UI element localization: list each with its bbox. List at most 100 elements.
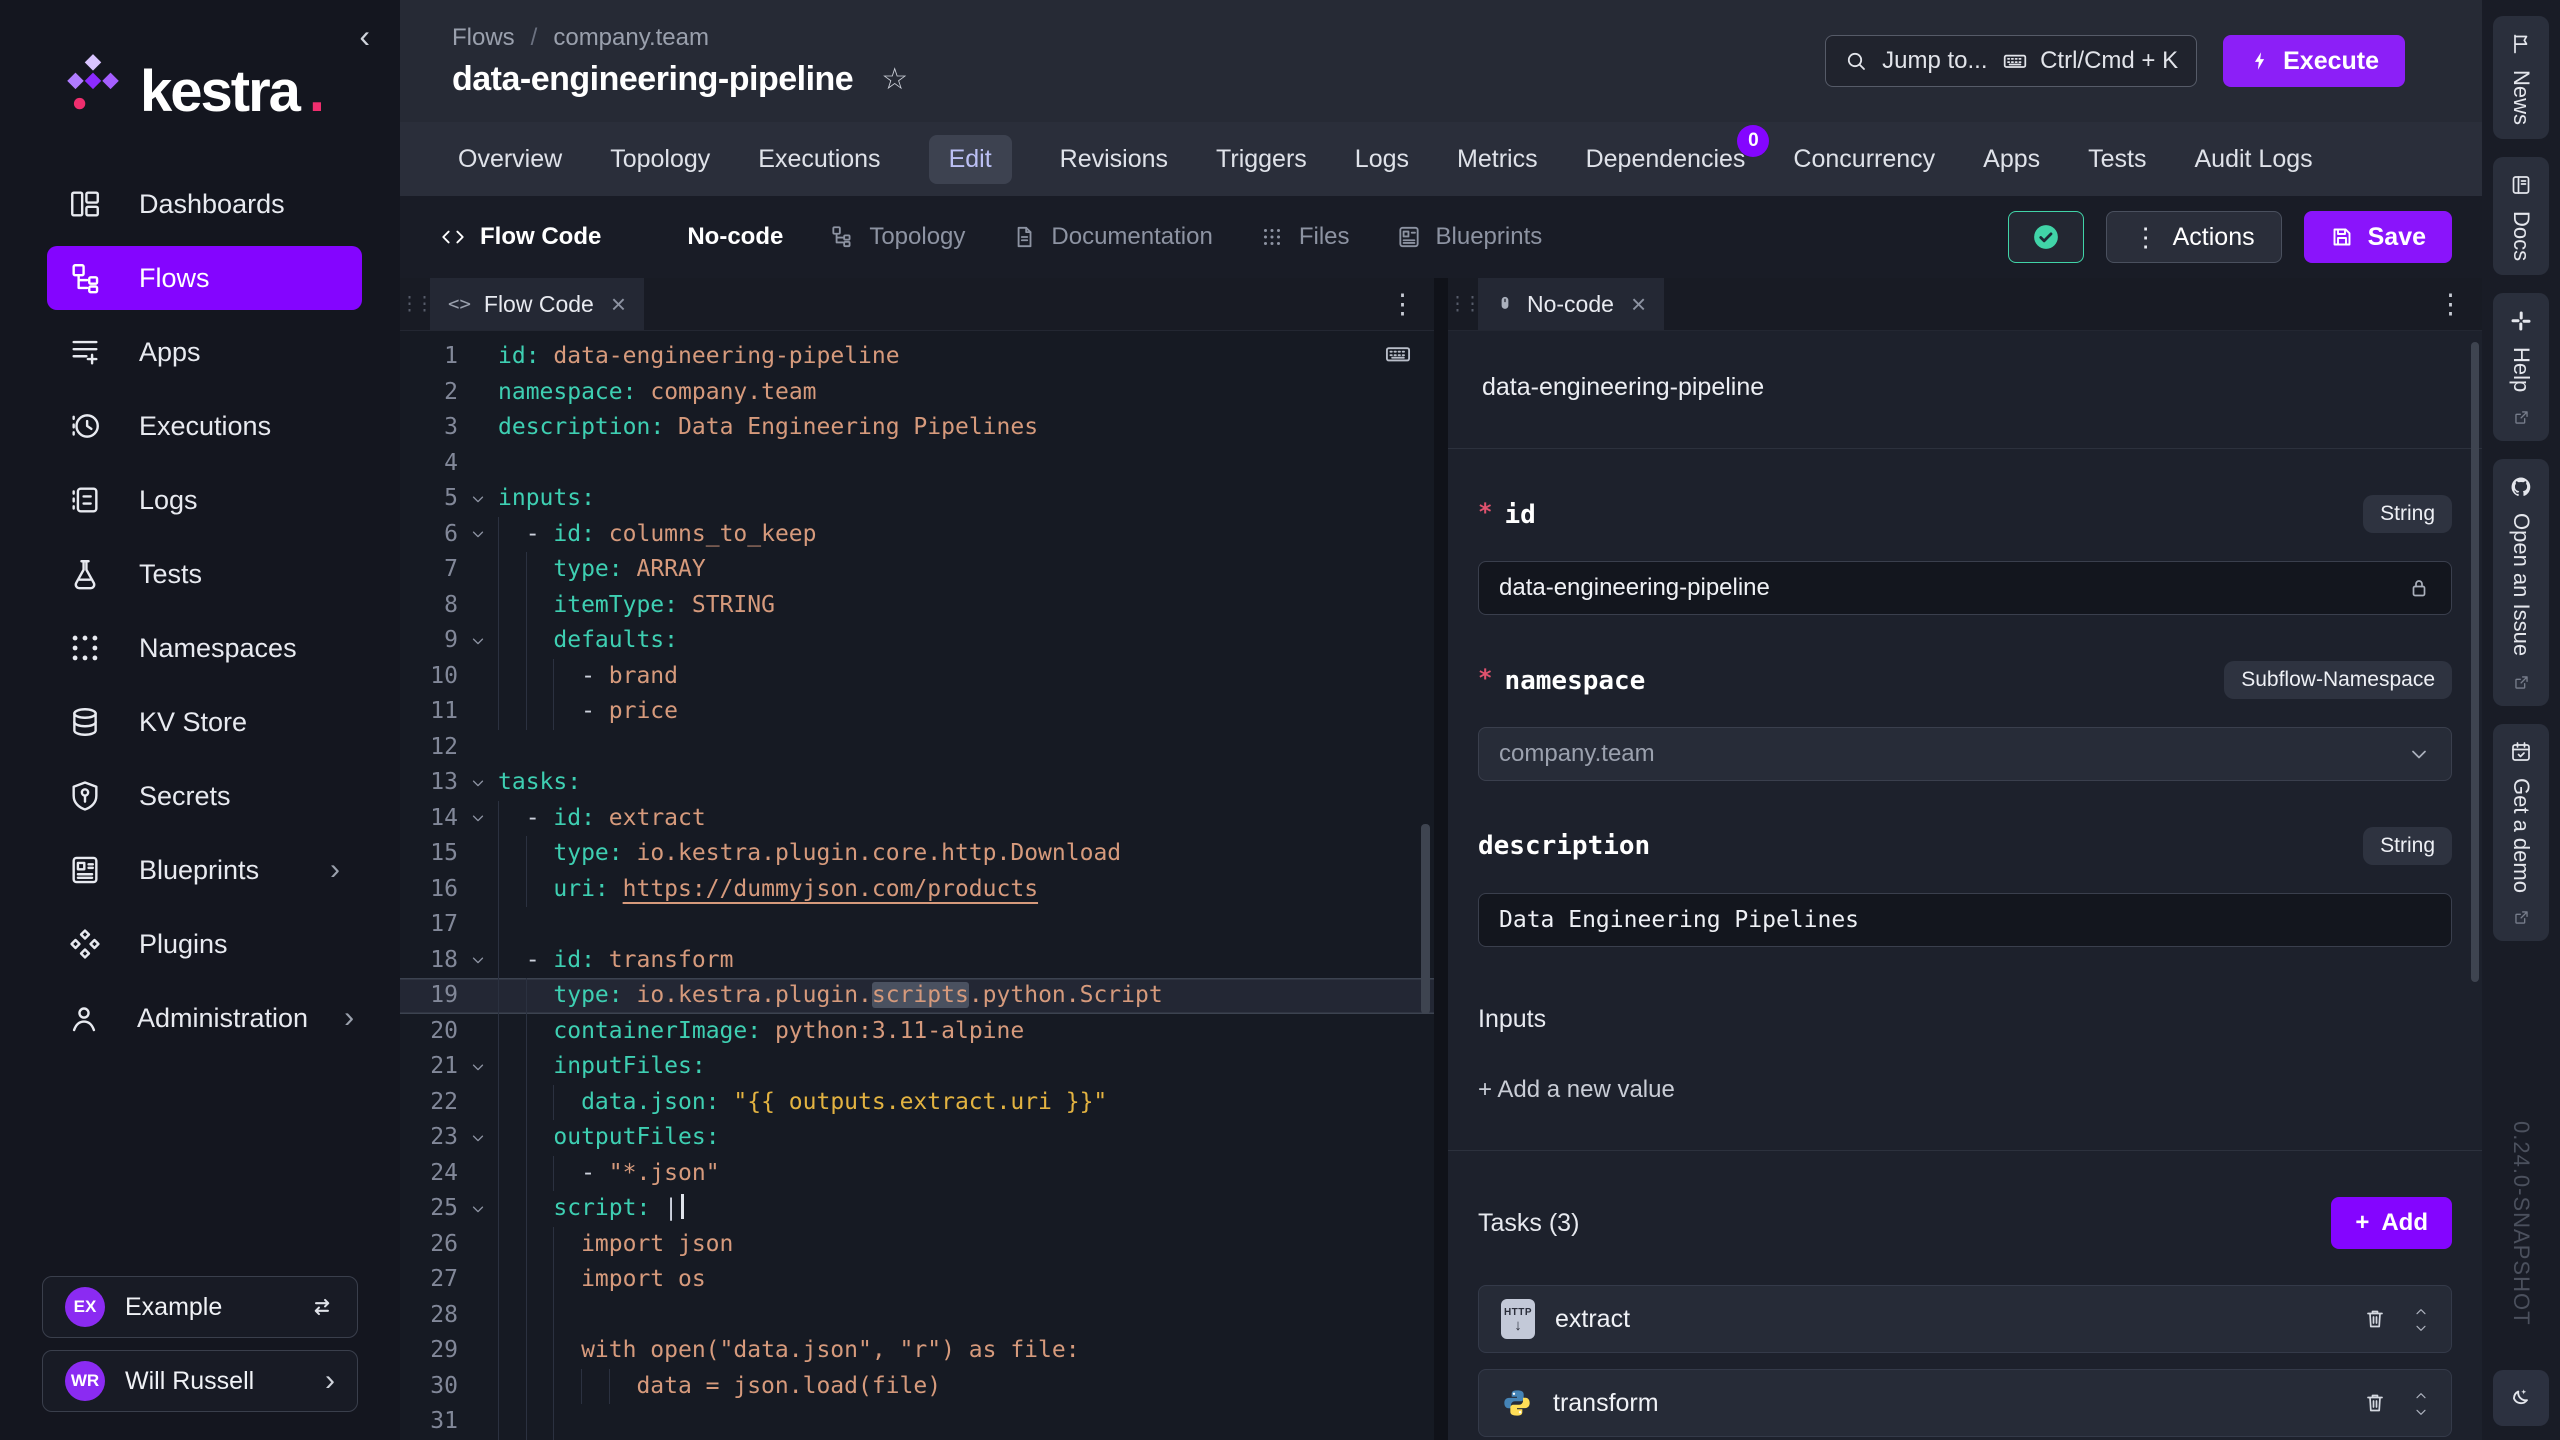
fold-chevron-icon[interactable] bbox=[458, 517, 498, 553]
tab-flow-code[interactable]: <> Flow Code × bbox=[430, 278, 644, 330]
fold-chevron-icon[interactable] bbox=[458, 623, 498, 659]
rail-help[interactable]: Help bbox=[2493, 293, 2549, 441]
code-line-16[interactable]: 16uri: https://dummyjson.com/products bbox=[400, 872, 1434, 908]
code-line-15[interactable]: 15type: io.kestra.plugin.core.http.Downl… bbox=[400, 836, 1434, 872]
editor-scrollbar[interactable] bbox=[1421, 824, 1430, 1014]
fold-chevron-icon[interactable] bbox=[458, 1191, 498, 1227]
code-line-23[interactable]: 23outputFiles: bbox=[400, 1120, 1434, 1156]
tab-metrics[interactable]: Metrics bbox=[1457, 145, 1538, 174]
namespace-select[interactable]: company.team bbox=[1478, 727, 2452, 781]
tab-concurrency[interactable]: Concurrency bbox=[1793, 145, 1935, 174]
validation-status-button[interactable] bbox=[2008, 211, 2084, 263]
close-icon[interactable]: × bbox=[611, 289, 626, 320]
code-line-13[interactable]: 13tasks: bbox=[400, 765, 1434, 801]
tab-revisions[interactable]: Revisions bbox=[1060, 145, 1168, 174]
kestra-logo[interactable]: kestra. bbox=[0, 0, 400, 118]
tab-no-code[interactable]: No-code × bbox=[1478, 278, 1664, 330]
tab-executions[interactable]: Executions bbox=[758, 145, 880, 174]
editor-keyboard-icon[interactable] bbox=[1384, 340, 1412, 368]
view-blueprints[interactable]: Blueprints bbox=[1396, 223, 1543, 251]
description-input[interactable]: Data Engineering Pipelines bbox=[1478, 893, 2452, 947]
code-line-1[interactable]: 1id: data-engineering-pipeline bbox=[400, 339, 1434, 375]
breadcrumb-flows[interactable]: Flows bbox=[452, 24, 515, 52]
move-down-icon[interactable] bbox=[2413, 1404, 2429, 1419]
fold-chevron-icon[interactable] bbox=[458, 1049, 498, 1085]
sidebar-item-administration[interactable]: Administration› bbox=[47, 986, 362, 1050]
pane-menu-icon[interactable]: ⋮ bbox=[2437, 278, 2482, 330]
fold-chevron-icon[interactable] bbox=[458, 765, 498, 801]
rail-get-a-demo[interactable]: Get a demo bbox=[2493, 724, 2549, 942]
view-documentation[interactable]: Documentation bbox=[1011, 223, 1212, 251]
move-up-icon[interactable] bbox=[2413, 1388, 2429, 1403]
move-up-icon[interactable] bbox=[2413, 1304, 2429, 1319]
code-editor[interactable]: 1id: data-engineering-pipeline2namespace… bbox=[400, 331, 1434, 1440]
code-line-26[interactable]: 26import json bbox=[400, 1227, 1434, 1263]
code-line-5[interactable]: 5inputs: bbox=[400, 481, 1434, 517]
code-line-12[interactable]: 12 bbox=[400, 730, 1434, 766]
sidebar-collapse-icon[interactable]: ‹ bbox=[359, 20, 370, 52]
rail-docs[interactable]: Docs bbox=[2493, 157, 2549, 275]
sidebar-item-apps[interactable]: Apps bbox=[47, 320, 362, 384]
pane-menu-icon[interactable]: ⋮ bbox=[1389, 278, 1434, 330]
sidebar-item-kv-store[interactable]: KV Store bbox=[47, 690, 362, 754]
code-line-8[interactable]: 8itemType: STRING bbox=[400, 588, 1434, 624]
fold-chevron-icon[interactable] bbox=[458, 1120, 498, 1156]
rail-news[interactable]: News bbox=[2493, 16, 2549, 139]
tab-tests[interactable]: Tests bbox=[2088, 145, 2146, 174]
delete-task-icon[interactable] bbox=[2363, 1391, 2387, 1415]
sidebar-item-dashboards[interactable]: Dashboards bbox=[47, 172, 362, 236]
code-line-2[interactable]: 2namespace: company.team bbox=[400, 375, 1434, 411]
sidebar-item-flows[interactable]: Flows bbox=[47, 246, 362, 310]
code-line-7[interactable]: 7type: ARRAY bbox=[400, 552, 1434, 588]
sidebar-item-executions[interactable]: Executions bbox=[47, 394, 362, 458]
code-line-18[interactable]: 18- id: transform bbox=[400, 943, 1434, 979]
add-input-link[interactable]: + Add a new value bbox=[1478, 1076, 2452, 1104]
fold-chevron-icon[interactable] bbox=[458, 801, 498, 837]
view-no-code[interactable]: No-code bbox=[647, 223, 783, 251]
code-line-11[interactable]: 11- price bbox=[400, 694, 1434, 730]
code-line-10[interactable]: 10- brand bbox=[400, 659, 1434, 695]
code-line-30[interactable]: 30data = json.load(file) bbox=[400, 1369, 1434, 1405]
code-line-24[interactable]: 24- "*.json" bbox=[400, 1156, 1434, 1192]
close-icon[interactable]: × bbox=[1631, 289, 1646, 320]
code-line-22[interactable]: 22data.json: "{{ outputs.extract.uri }}" bbox=[400, 1085, 1434, 1121]
code-line-21[interactable]: 21inputFiles: bbox=[400, 1049, 1434, 1085]
code-line-17[interactable]: 17 bbox=[400, 907, 1434, 943]
view-flow-code[interactable]: Flow Code bbox=[440, 223, 601, 251]
sidebar-item-logs[interactable]: Logs bbox=[47, 468, 362, 532]
drag-handle-icon[interactable]: ⋮⋮ bbox=[1448, 278, 1478, 330]
code-line-4[interactable]: 4 bbox=[400, 446, 1434, 482]
code-line-14[interactable]: 14- id: extract bbox=[400, 801, 1434, 837]
code-line-28[interactable]: 28 bbox=[400, 1298, 1434, 1334]
code-line-3[interactable]: 3description: Data Engineering Pipelines bbox=[400, 410, 1434, 446]
tab-edit[interactable]: Edit bbox=[929, 135, 1012, 184]
tab-triggers[interactable]: Triggers bbox=[1216, 145, 1307, 174]
breadcrumb-namespace[interactable]: company.team bbox=[553, 24, 709, 52]
task-row-extract[interactable]: HTTP↓extract bbox=[1478, 1285, 2452, 1353]
no-code-scrollbar[interactable] bbox=[2471, 342, 2479, 982]
tab-overview[interactable]: Overview bbox=[458, 145, 562, 174]
tab-logs[interactable]: Logs bbox=[1355, 145, 1409, 174]
drag-handle-icon[interactable]: ⋮⋮ bbox=[400, 278, 430, 330]
execute-button[interactable]: Execute bbox=[2223, 35, 2405, 87]
code-line-6[interactable]: 6- id: columns_to_keep bbox=[400, 517, 1434, 553]
actions-button[interactable]: ⋮ Actions bbox=[2106, 211, 2282, 263]
save-button[interactable]: Save bbox=[2304, 211, 2452, 263]
workspace-switcher[interactable]: EX Example bbox=[42, 1276, 358, 1338]
view-topology[interactable]: Topology bbox=[829, 223, 965, 251]
sidebar-item-secrets[interactable]: Secrets bbox=[47, 764, 362, 828]
code-line-20[interactable]: 20containerImage: python:3.11-alpine bbox=[400, 1014, 1434, 1050]
delete-task-icon[interactable] bbox=[2363, 1307, 2387, 1331]
id-input[interactable]: data-engineering-pipeline bbox=[1478, 561, 2452, 615]
code-line-29[interactable]: 29with open("data.json", "r") as file: bbox=[400, 1333, 1434, 1369]
user-menu[interactable]: WR Will Russell › bbox=[42, 1350, 358, 1412]
code-line-31[interactable]: 31 bbox=[400, 1404, 1434, 1440]
rail-open-an-issue[interactable]: Open an Issue bbox=[2493, 459, 2549, 705]
sidebar-item-plugins[interactable]: Plugins bbox=[47, 912, 362, 976]
sidebar-item-blueprints[interactable]: Blueprints› bbox=[47, 838, 362, 902]
code-line-27[interactable]: 27import os bbox=[400, 1262, 1434, 1298]
fold-chevron-icon[interactable] bbox=[458, 481, 498, 517]
view-files[interactable]: Files bbox=[1259, 223, 1350, 251]
move-down-icon[interactable] bbox=[2413, 1320, 2429, 1335]
sidebar-item-namespaces[interactable]: Namespaces bbox=[47, 616, 362, 680]
